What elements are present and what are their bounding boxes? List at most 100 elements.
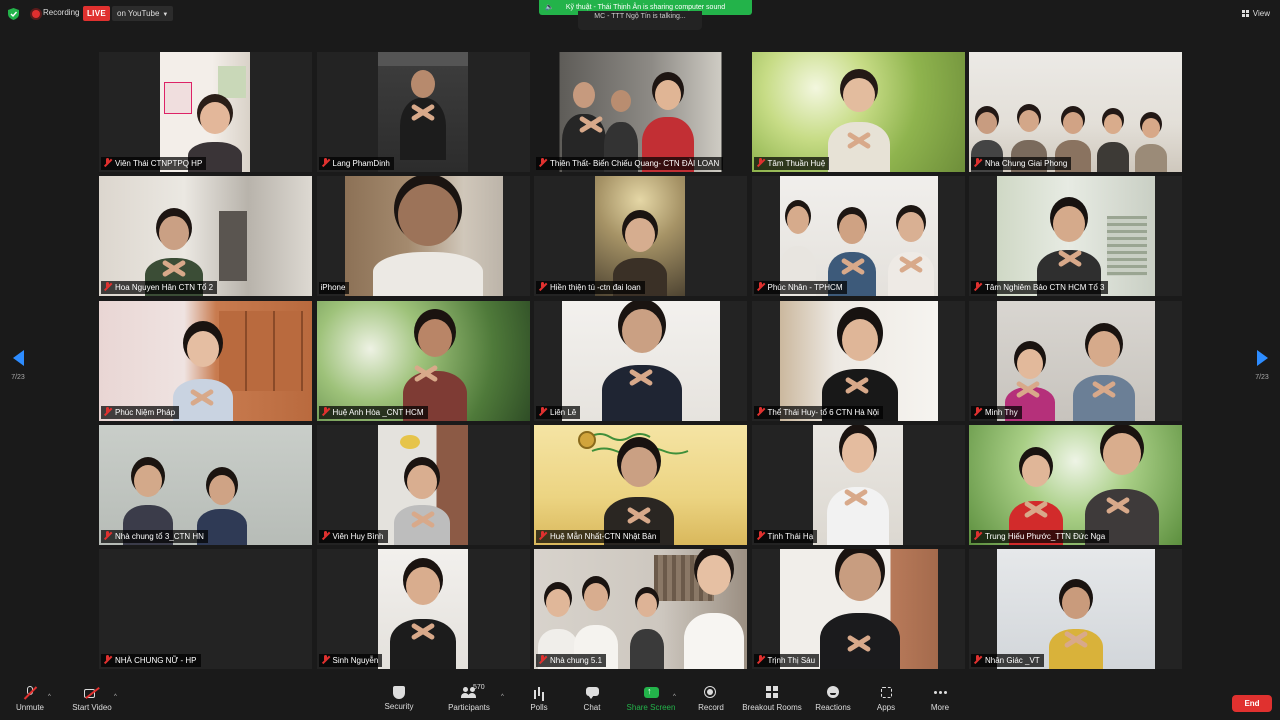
participant-name-text: Trung Hiếu Phước_TTN Đức Nga (985, 531, 1106, 541)
participant-name: Nhân Giác _VT (971, 654, 1044, 667)
participant-tile[interactable]: Phúc Nhân - TPHCM (751, 176, 965, 297)
participant-tile[interactable]: Nhà chung 5.1 (534, 549, 747, 669)
video-feed (534, 549, 747, 669)
participants-options-caret-icon[interactable]: ^ (501, 694, 504, 700)
video-options-caret-icon[interactable]: ^ (114, 694, 117, 700)
muted-mic-icon (756, 282, 765, 291)
view-label: View (1252, 9, 1270, 18)
view-button[interactable]: View (1241, 9, 1270, 18)
start-video-button[interactable]: Start Video (68, 686, 116, 712)
participant-name: Sinh Nguyễn (318, 654, 383, 667)
muted-microphone-icon (22, 686, 38, 700)
encryption-shield-icon[interactable] (8, 8, 19, 20)
muted-mic-icon (756, 406, 765, 416)
person (1085, 432, 1159, 545)
breakout-rooms-label: Breakout Rooms (742, 703, 802, 712)
stream-destination-dropdown[interactable]: on YouTube ▼ (112, 6, 174, 21)
video-feed (534, 52, 747, 172)
polls-button[interactable]: Polls (526, 686, 552, 712)
participants-button[interactable]: 570 Participants (444, 684, 494, 712)
participant-tile[interactable]: Tâm Thuần Huệ (751, 52, 965, 172)
more-dots-icon (932, 686, 948, 700)
participant-tile[interactable]: Thể Thái Huy- tổ 6 CTN Hà Nội (751, 300, 965, 421)
person (630, 593, 664, 669)
polls-icon (531, 686, 547, 700)
apps-icon (878, 686, 894, 700)
body (630, 629, 664, 669)
participant-name-text: Nhân Giác _VT (985, 656, 1040, 665)
chevron-left-icon (12, 350, 24, 366)
share-screen-label: Share Screen (626, 703, 676, 712)
participant-tile[interactable]: Nha Chung Giai Phong (969, 52, 1182, 172)
reactions-smiley-icon (825, 686, 841, 700)
participant-tile[interactable]: Huệ Mẫn Nhất-CTN Nhật Bản (534, 424, 747, 545)
end-meeting-button[interactable]: End (1232, 695, 1272, 712)
participant-tile[interactable]: Sinh Nguyễn (316, 549, 530, 669)
recording-label[interactable]: Recording (43, 8, 79, 17)
participant-tile[interactable]: Thiên Thất- Biển Chiếu Quang- CTN ĐÀI LO… (534, 52, 747, 172)
participant-tile[interactable]: Phúc Niệm Pháp (99, 300, 312, 421)
more-button[interactable]: More (926, 686, 954, 712)
participant-tile[interactable]: Trung Hiếu Phước_TTN Đức Nga (969, 424, 1182, 545)
participant-tile[interactable]: iPhone (316, 176, 530, 297)
participant-tile[interactable]: Viên Thái CTNPTPQ HP (99, 52, 312, 172)
video-feed (969, 52, 1182, 172)
head (611, 90, 631, 112)
previous-page-button[interactable]: 7/23 (4, 350, 32, 381)
chat-button[interactable]: Chat (579, 686, 605, 712)
participant-name-text: Thiên Thất- Biển Chiếu Quang- CTN ĐÀI LO… (550, 159, 720, 168)
participant-tile[interactable]: Lang PhamDinh (316, 52, 530, 172)
participant-tile[interactable]: NHÀ CHUNG NỮ - HP (99, 549, 312, 669)
chat-label: Chat (583, 703, 601, 712)
participant-name: Trung Hiếu Phước_TTN Đức Nga (971, 529, 1110, 543)
crossed-hands (406, 102, 440, 122)
reactions-button[interactable]: Reactions (814, 686, 852, 712)
apps-button[interactable]: Apps (872, 686, 900, 712)
video-feed (779, 176, 938, 297)
participant-tile[interactable]: Huệ Anh Hòa _CNT HCM (316, 300, 530, 421)
participant-tile[interactable]: Nhà chung tổ 3_CTN HN (99, 424, 312, 545)
next-page-button[interactable]: 7/23 (1248, 350, 1276, 381)
head (209, 474, 235, 505)
participant-name: iPhone (318, 282, 350, 295)
crossed-hands (1101, 495, 1135, 515)
video-feed (751, 52, 965, 172)
head (977, 112, 997, 134)
participant-tile[interactable]: Minh Thy (969, 300, 1182, 421)
video-feed (997, 549, 1155, 669)
head (841, 318, 878, 361)
share-options-caret-icon[interactable]: ^ (673, 694, 676, 700)
record-button[interactable]: Record (694, 686, 728, 712)
participant-name: Minh Thy (971, 405, 1022, 419)
head (637, 593, 657, 617)
participant-tile[interactable]: Hiền thiện tú -ctn đai loan (534, 176, 747, 297)
share-screen-button[interactable]: Share Screen (626, 686, 676, 712)
participant-name: Huệ Anh Hòa _CNT HCM (318, 405, 428, 419)
participant-tile[interactable]: Tâm Nghiêm Bảo CTN HCM Tổ 3 (969, 176, 1182, 297)
head (187, 330, 219, 367)
person (1073, 330, 1135, 421)
participant-tile[interactable]: Nhân Giác _VT (969, 549, 1182, 669)
body (372, 252, 483, 297)
breakout-rooms-button[interactable]: Breakout Rooms (742, 686, 802, 712)
participant-tile[interactable]: Viên Huy Bình (316, 424, 530, 545)
top-bar: Recording LIVE on YouTube ▼ 🔈 Kỹ thuật - … (0, 0, 1280, 30)
video-feed (99, 300, 312, 421)
head (622, 308, 662, 353)
muted-mic-icon (321, 530, 330, 540)
security-button[interactable]: Security (380, 686, 418, 711)
participant-name-text: Sinh Nguyễn (332, 656, 379, 665)
participant-name: Viên Thái CTNPTPQ HP (101, 157, 207, 170)
participant-tile[interactable]: Trịnh Thị Sáu (751, 549, 965, 669)
unmute-button[interactable]: Unmute (10, 686, 50, 712)
crossed-hands (409, 363, 443, 383)
speaker-icon: 🔈 (545, 4, 554, 11)
participant-name: Phúc Nhân - TPHCM (753, 281, 847, 295)
security-shield-icon (393, 686, 405, 699)
audio-options-caret-icon[interactable]: ^ (48, 694, 51, 700)
participant-tile[interactable]: Hoa Nguyen Hân CTN Tổ 2 (99, 176, 312, 297)
security-label: Security (384, 702, 414, 711)
participant-tile[interactable]: Liên Lê (534, 300, 747, 421)
participant-name-text: Nha Chung Giai Phong (985, 159, 1068, 168)
participant-tile[interactable]: Tịnh Thái Hạ (751, 424, 965, 545)
